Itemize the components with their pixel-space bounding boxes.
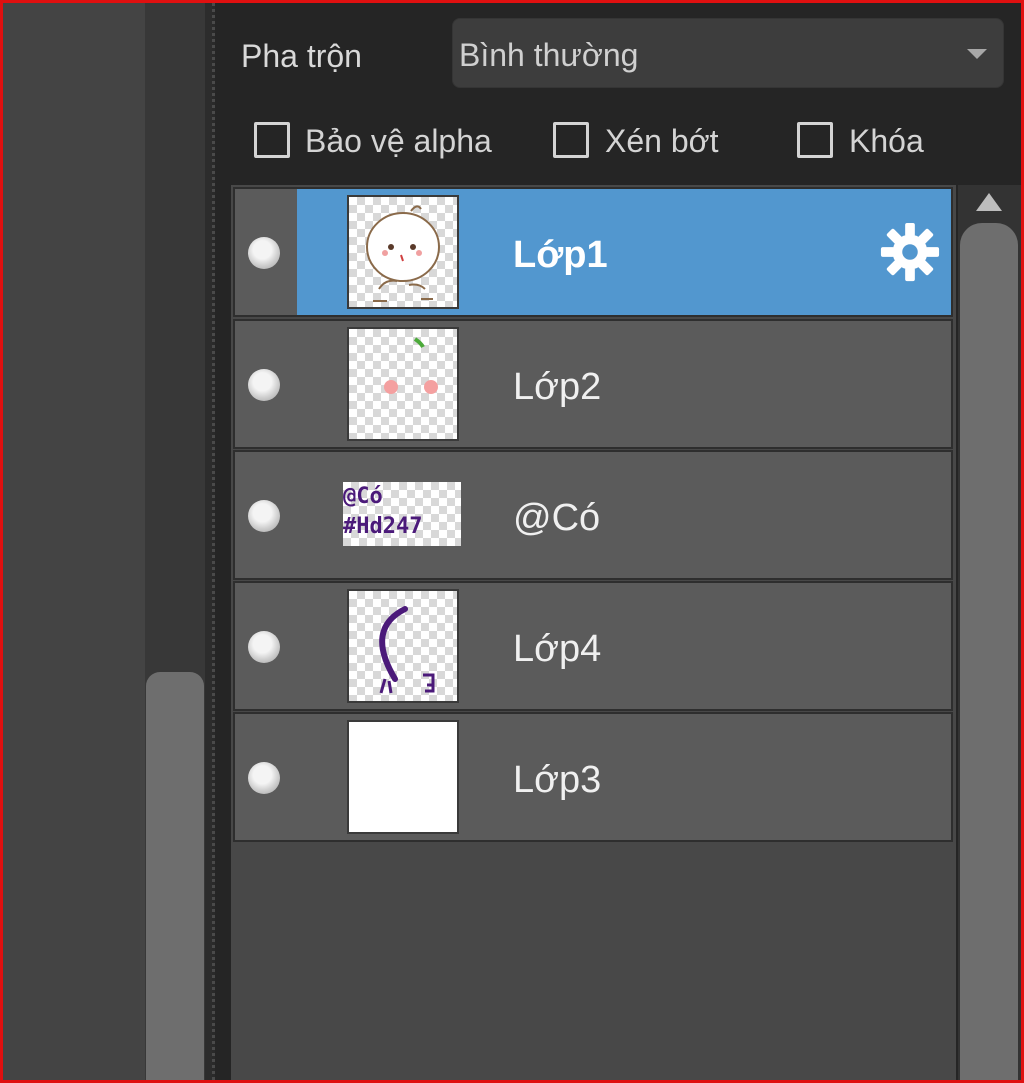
layer-thumbnail xyxy=(347,589,459,703)
visibility-toggle-icon[interactable] xyxy=(248,762,280,794)
clipping-label: Xén bớt xyxy=(605,123,719,159)
layer-name: Lớp2 xyxy=(513,366,602,408)
gear-icon[interactable] xyxy=(879,221,941,283)
layer-row-lop2[interactable]: Lớp2 xyxy=(233,319,953,449)
layer-name: Lớp3 xyxy=(513,759,602,801)
layer-thumbnail xyxy=(347,720,459,834)
layer-thumbnail-text: @Có #Hd247 xyxy=(343,484,423,539)
lock-checkbox[interactable] xyxy=(797,122,833,158)
blend-mode-value: Bình thường xyxy=(459,37,639,73)
layer-name: Lớp4 xyxy=(513,628,602,670)
lock-label: Khóa xyxy=(849,123,924,159)
visibility-toggle-icon[interactable] xyxy=(248,631,280,663)
protect-alpha-label: Bảo vệ alpha xyxy=(305,123,492,159)
visibility-toggle-icon[interactable] xyxy=(248,237,280,269)
layer-name: @Có xyxy=(513,497,601,539)
left-scroll-thumb[interactable] xyxy=(146,672,204,1082)
layer-thumbnail xyxy=(347,327,459,441)
purple-stroke-icon xyxy=(379,606,435,694)
blend-mode-select[interactable]: Bình thường xyxy=(452,18,1004,88)
layer-name: Lớp1 xyxy=(513,234,608,276)
chibi-sketch-icon xyxy=(366,205,440,302)
clipping-checkbox[interactable] xyxy=(553,122,589,158)
layer-row-lop4[interactable]: Lớp4 xyxy=(233,581,953,711)
blush-dots-icon xyxy=(384,337,438,394)
canvas-side-area xyxy=(3,3,145,1080)
layer-row-lop3[interactable]: Lớp3 xyxy=(233,712,953,842)
layer-list-scrollbar[interactable] xyxy=(958,185,1021,1083)
layer-thumbnail: @Có #Hd247 xyxy=(343,482,461,546)
visibility-toggle-icon[interactable] xyxy=(248,369,280,401)
scrollbar-thumb[interactable] xyxy=(960,223,1018,1083)
layer-row-lop1[interactable]: Lớp1 xyxy=(233,187,953,317)
scroll-up-arrow-icon[interactable] xyxy=(976,193,1002,211)
blend-mode-label: Pha trộn xyxy=(241,38,362,74)
visibility-toggle-icon[interactable] xyxy=(248,500,280,532)
chevron-down-icon xyxy=(967,49,987,59)
layer-row-co[interactable]: @Có #Hd247 @Có xyxy=(233,450,953,580)
protect-alpha-checkbox[interactable] xyxy=(254,122,290,158)
layer-thumbnail xyxy=(347,195,459,309)
